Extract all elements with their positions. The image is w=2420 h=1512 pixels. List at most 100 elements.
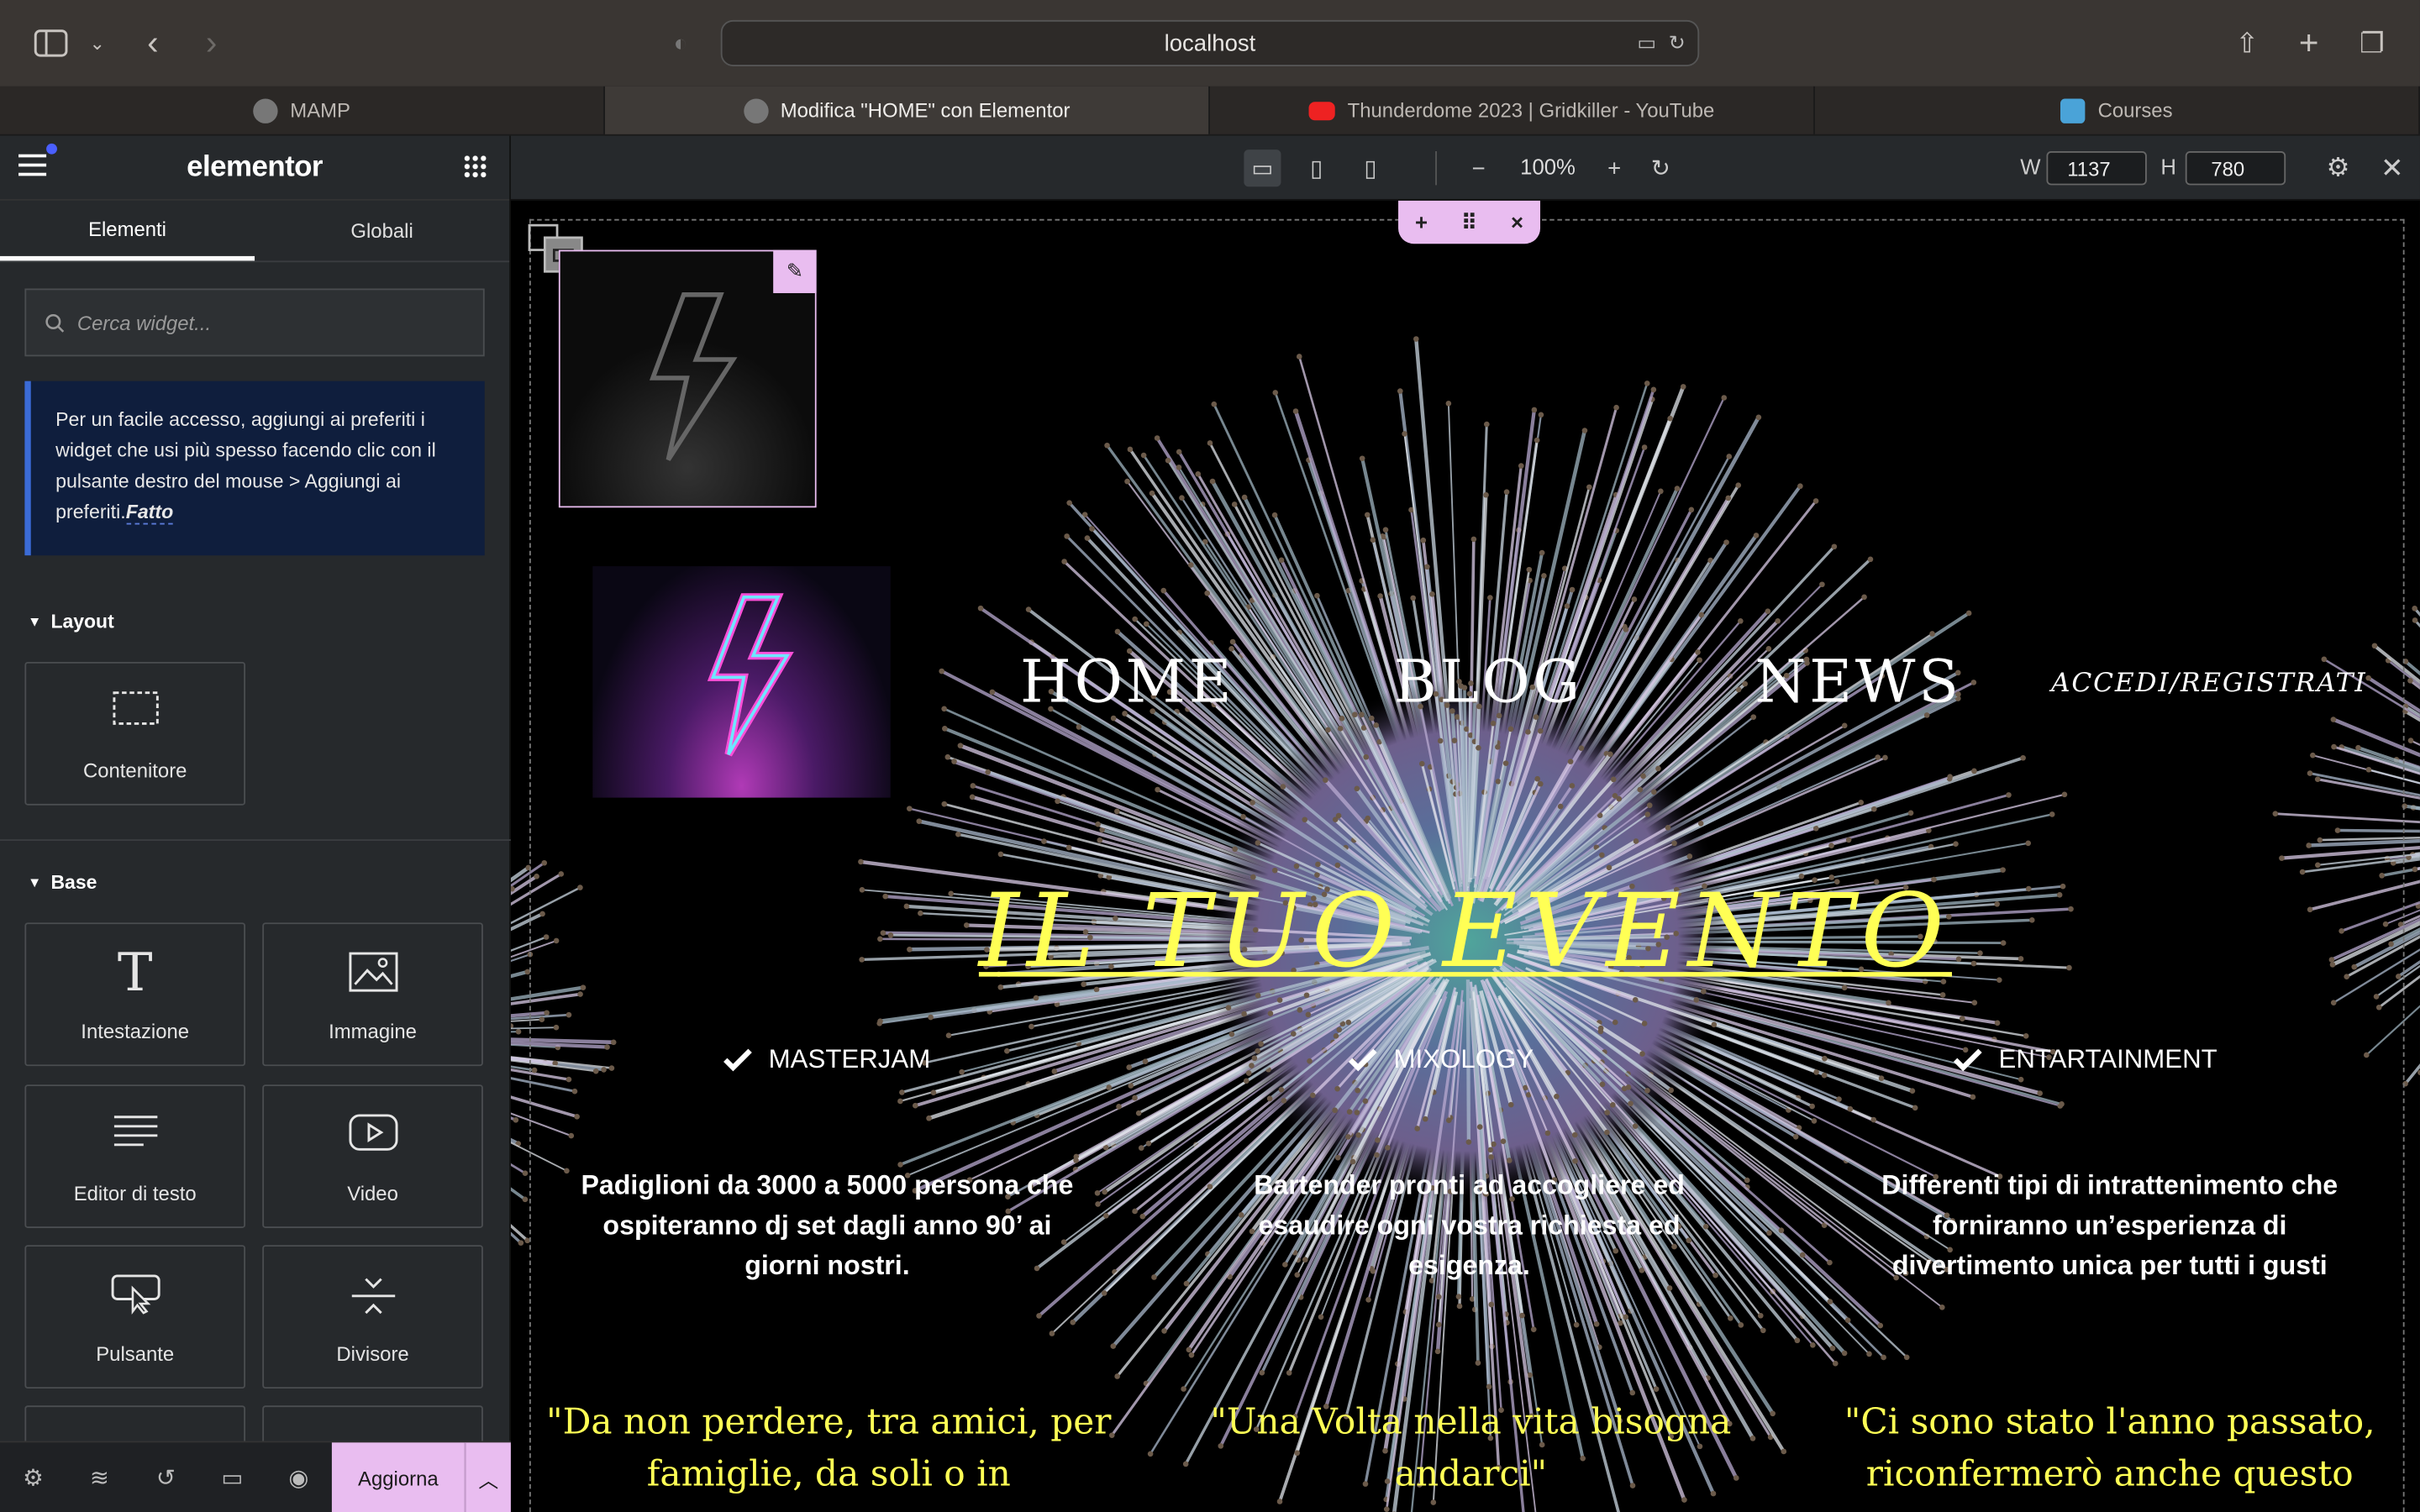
layers-icon[interactable]: ≋ xyxy=(66,1463,133,1491)
section-base[interactable]: ▼ Base xyxy=(0,872,97,894)
favorites-notice: Per un facile accesso, aggiungi ai prefe… xyxy=(24,381,485,556)
mamp-icon xyxy=(743,97,769,123)
nav-login[interactable]: ACCEDI/REGISTRATI xyxy=(2051,668,2367,699)
url-text: localhost xyxy=(1164,29,1256,57)
heading-icon: T xyxy=(117,942,153,1005)
video-icon xyxy=(348,1114,397,1156)
courses-icon xyxy=(2060,97,2086,123)
widget-immagine[interactable]: Immagine xyxy=(262,922,483,1067)
tab-title: Courses xyxy=(2097,98,2173,123)
forward-icon[interactable]: › xyxy=(192,24,232,64)
chevron-down-icon[interactable]: ⌄ xyxy=(77,24,118,64)
tab-elementi[interactable]: Elementi xyxy=(0,201,255,261)
mamp-icon xyxy=(253,97,278,123)
youtube-icon xyxy=(1308,101,1335,120)
height-value: 780 xyxy=(2211,156,2245,180)
zoom-out-icon[interactable]: − xyxy=(1460,150,1497,186)
check-icon xyxy=(1953,1048,1982,1072)
privacy-shield-icon[interactable]: ◐ xyxy=(660,24,701,64)
panel-tabs: Elementi Globali xyxy=(0,201,510,263)
container-icon xyxy=(112,691,158,730)
section-title: Base xyxy=(50,871,97,894)
add-section-icon[interactable]: + xyxy=(1415,210,1428,234)
feature-entertainment: ENTARTAINMENT xyxy=(1952,1044,2217,1075)
history-icon[interactable]: ↺ xyxy=(133,1463,199,1491)
caret-down-icon: ▼ xyxy=(28,614,42,630)
widget-intestazione[interactable]: T Intestazione xyxy=(24,922,246,1067)
menu-icon[interactable] xyxy=(18,154,47,176)
widget-label: Immagine xyxy=(329,1020,417,1043)
new-tab-icon[interactable]: + xyxy=(2289,24,2329,64)
settings-icon[interactable]: ⚙ xyxy=(0,1463,66,1491)
zoom-in-icon[interactable]: + xyxy=(1596,150,1633,186)
elementor-topbar: ▭ ▯ ▯ − 100% + ↻ W 1137 H 780 ⚙ ✕ xyxy=(510,135,2420,201)
address-bar[interactable]: localhost ▭ ↻ xyxy=(720,19,1700,66)
widgets-grid-icon[interactable] xyxy=(463,154,488,180)
reset-zoom-icon[interactable]: ↻ xyxy=(1642,150,1679,186)
notice-done-link[interactable]: Fatto xyxy=(125,501,173,525)
divider-icon xyxy=(350,1274,396,1322)
widget-video[interactable]: Video xyxy=(262,1084,483,1229)
tab-courses[interactable]: Courses xyxy=(1815,86,2420,134)
nav-blog[interactable]: BLOG xyxy=(1394,648,1583,716)
widget-contenitore[interactable]: Contenitore xyxy=(24,661,246,806)
width-input[interactable]: 1137 xyxy=(2046,150,2147,186)
close-icon[interactable]: ✕ xyxy=(2374,150,2411,186)
image-icon xyxy=(348,952,397,996)
button-icon xyxy=(110,1274,160,1319)
nav-home[interactable]: HOME xyxy=(1020,648,1234,716)
sidebar-toggle-icon[interactable] xyxy=(31,24,71,64)
widget-label: Pulsante xyxy=(96,1341,175,1366)
width-value: 1137 xyxy=(2067,156,2111,180)
widget-divisore[interactable]: Divisore xyxy=(262,1245,483,1389)
gear-icon[interactable]: ⚙ xyxy=(2320,150,2357,186)
feature-label: MASTERJAM xyxy=(768,1044,931,1074)
delete-section-icon[interactable]: × xyxy=(1511,210,1523,234)
tab-overview-icon[interactable]: ❐ xyxy=(2352,24,2392,64)
height-input[interactable]: 780 xyxy=(2185,150,2286,186)
widget-label: Editor di testo xyxy=(73,1181,197,1205)
section-title: Layout xyxy=(50,611,114,633)
tab-elementor[interactable]: Modifica "HOME" con Elementor xyxy=(604,86,1210,134)
reader-icon[interactable]: ▭ xyxy=(1637,31,1656,55)
chevron-up-icon[interactable]: ︿ xyxy=(464,1442,511,1512)
section-layout[interactable]: ▼ Layout xyxy=(0,611,114,633)
elementor-logo: elementor xyxy=(187,150,323,183)
update-button[interactable]: Aggiorna xyxy=(331,1442,465,1512)
reload-icon[interactable]: ↻ xyxy=(1669,31,1686,55)
drag-handle-icon[interactable]: ⠿ xyxy=(1461,209,1477,235)
tablet-icon[interactable]: ▯ xyxy=(1298,150,1335,186)
text-editor-icon xyxy=(112,1114,158,1152)
nav-news[interactable]: NEWS xyxy=(1754,648,1961,716)
feature-label: MIXOLOGY xyxy=(1393,1044,1534,1074)
widget-pulsante[interactable]: Pulsante xyxy=(24,1245,246,1389)
panel-footer: ⚙ ≋ ↺ ▭ ◉ Aggiorna ︿ xyxy=(0,1441,511,1512)
back-icon[interactable]: ‹ xyxy=(133,24,173,64)
check-icon xyxy=(723,1048,752,1072)
share-icon[interactable]: ⇧ xyxy=(2227,24,2267,64)
search-input[interactable] xyxy=(76,311,464,334)
widget-search[interactable] xyxy=(24,288,485,357)
height-label: H xyxy=(2160,154,2176,180)
width-label: W xyxy=(2020,154,2041,180)
hero-title: IL TUO EVENTO xyxy=(978,871,1952,991)
tab-title: Modifica "HOME" con Elementor xyxy=(780,98,1071,123)
tab-youtube[interactable]: Thunderdome 2023 | Gridkiller - YouTube xyxy=(1210,86,1815,134)
feature-masterjam: MASTERJAM xyxy=(723,1044,931,1075)
edit-pencil-icon[interactable]: ✎ xyxy=(773,249,817,293)
search-icon xyxy=(45,313,65,332)
desktop-icon[interactable]: ▭ xyxy=(1244,150,1281,187)
feature-description: Bartender pronti ad accogliere ed esaudi… xyxy=(1254,1169,1685,1281)
responsive-icon[interactable]: ▭ xyxy=(199,1463,266,1491)
feature-mixology: MIXOLOGY xyxy=(1347,1044,1534,1075)
browser-tab-bar: MAMP Modifica "HOME" con Elementor Thund… xyxy=(0,86,2420,136)
widget-label: Video xyxy=(347,1181,398,1205)
mobile-icon[interactable]: ▯ xyxy=(1352,150,1389,186)
divider xyxy=(0,839,511,842)
zoom-level: 100% xyxy=(1520,154,1576,180)
tab-globali[interactable]: Globali xyxy=(255,201,509,261)
notification-dot xyxy=(46,143,57,155)
tab-mamp[interactable]: MAMP xyxy=(0,86,605,134)
widget-editor-testo[interactable]: Editor di testo xyxy=(24,1084,246,1229)
preview-eye-icon[interactable]: ◉ xyxy=(266,1463,332,1491)
